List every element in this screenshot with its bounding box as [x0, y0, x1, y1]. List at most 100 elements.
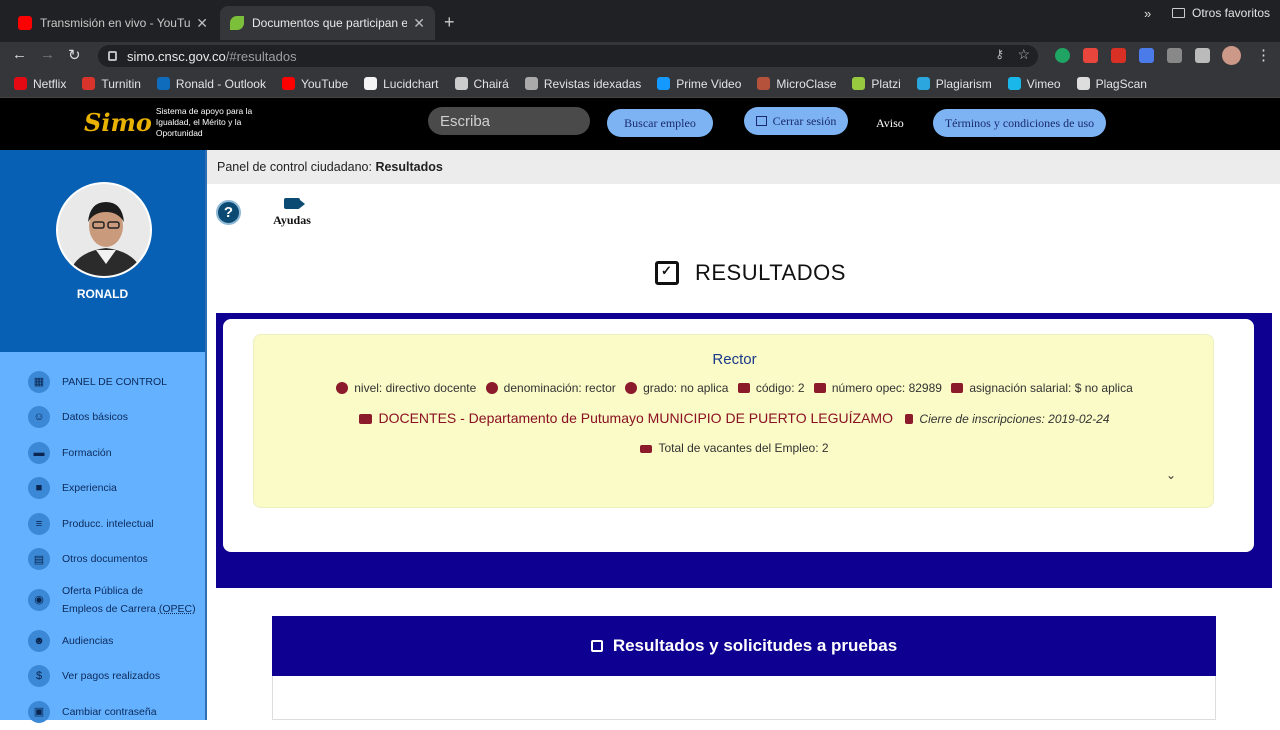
sidebar-item-label: Datos básicos: [62, 411, 128, 424]
user-circle-icon: [485, 382, 498, 394]
bookmark-icon: [14, 77, 27, 90]
url-host: simo.cnsc.gov.co: [127, 48, 226, 64]
close-icon[interactable]: ✕: [413, 15, 425, 32]
forward-arrow-icon[interactable]: →: [40, 46, 55, 63]
bookmark-label: Prime Video: [676, 76, 742, 91]
lock-icon: ▣: [28, 700, 50, 723]
tab-documentos[interactable]: Documentos que participan en ✕: [220, 6, 435, 40]
job-opec: número opec: 82989: [831, 381, 942, 395]
buscar-empleo-button[interactable]: Buscar empleo: [607, 109, 713, 137]
sidebar-item-opec[interactable]: ◉ Oferta Pública de Empleos de Carrera (O…: [0, 577, 205, 623]
more-bookmarks-button[interactable]: »: [1144, 6, 1151, 21]
avatar[interactable]: [56, 182, 152, 278]
sidebar-item-label: PANEL DE CONTROL: [62, 375, 168, 388]
search-input[interactable]: [428, 107, 590, 135]
puzzle-icon[interactable]: [1195, 48, 1210, 63]
bookmark-label: Ronald - Outlook: [175, 76, 266, 91]
page-title-text: RESULTADOS: [695, 260, 846, 285]
bookmark-item[interactable]: Lucidchart: [364, 76, 439, 91]
breadcrumb-prefix: Panel de control ciudadano:: [217, 160, 376, 174]
profile-avatar[interactable]: [1222, 46, 1241, 65]
bookmark-item[interactable]: PlagScan: [1076, 76, 1147, 91]
calendar-check-icon: [655, 261, 679, 285]
extension-icon[interactable]: [1055, 48, 1070, 63]
simo-logo[interactable]: Simo Sistema de apoyo para la Igualdad, …: [84, 106, 286, 139]
extension-icon[interactable]: [1111, 48, 1126, 63]
other-favorites[interactable]: Otros favoritos: [1172, 6, 1270, 20]
kebab-menu-icon[interactable]: ⋮: [1256, 46, 1271, 64]
sidebar-item-label: Audiencias: [62, 634, 114, 647]
key-icon[interactable]: ⚷: [995, 47, 1004, 61]
bookmark-label: PlagScan: [1095, 76, 1147, 91]
bookmark-label: Revistas idexadas: [543, 76, 642, 91]
terminos-button[interactable]: Términos y condiciones de uso: [933, 109, 1106, 137]
hourglass-icon: [905, 414, 914, 424]
tab-title: Transmisión en vivo - YouTube: [40, 16, 191, 30]
calendar-check-icon: [590, 640, 603, 652]
sidebar-item-panel-de-control[interactable]: ▦ PANEL DE CONTROL: [0, 364, 205, 400]
money-icon: [951, 383, 964, 393]
bookmark-item[interactable]: Vimeo: [1007, 77, 1061, 91]
chevron-down-icon[interactable]: ⌄: [1166, 468, 1176, 482]
bookmark-icon: [454, 77, 468, 90]
bookmark-item[interactable]: Prime Video: [657, 77, 741, 91]
bookmark-label: Turnitin: [101, 76, 141, 91]
bookmark-item[interactable]: YouTube: [281, 77, 348, 91]
extension-icon[interactable]: [1083, 48, 1098, 63]
results-section-header: Resultados y solicitudes a pruebas: [272, 616, 1216, 676]
bookmark-item[interactable]: Ronald - Outlook: [156, 76, 266, 91]
help-circle-icon[interactable]: ?: [216, 200, 241, 225]
cerrar-sesion-label: Cerrar sesión: [772, 113, 837, 128]
star-icon[interactable]: ☆: [1017, 46, 1030, 63]
logo-mark: Simo: [84, 108, 152, 137]
video-camera-icon: [284, 198, 305, 209]
sidebar-item-label: Formación: [62, 446, 112, 459]
document-list-icon: ≡: [28, 512, 50, 535]
sidebar-item-experiencia[interactable]: ■ Experiencia: [0, 471, 205, 507]
job-nivel: nivel: directivo docente: [354, 381, 477, 395]
sidebar-item-otros-documentos[interactable]: ▤ Otros documentos: [0, 542, 205, 578]
bookmark-item[interactable]: Plagiarism: [916, 76, 992, 91]
sidebar-item-producc-intelectual[interactable]: ≡ Producc. intelectual: [0, 506, 205, 542]
bookmark-item[interactable]: MicroClase: [757, 77, 836, 91]
bookmark-icon: [82, 77, 96, 90]
bookmark-label: Platzi: [871, 76, 901, 91]
back-arrow-icon[interactable]: ←: [12, 46, 27, 63]
close-icon[interactable]: ✕: [196, 15, 208, 32]
bookmark-label: MicroClase: [776, 76, 837, 91]
cerrar-sesion-button[interactable]: Cerrar sesión: [744, 107, 848, 135]
sidebar-item-label: Otros documentos: [62, 553, 148, 566]
sidebar-item-formacion[interactable]: ▬ Formación: [0, 435, 205, 471]
lock-icon: [108, 51, 117, 61]
bookmark-item[interactable]: Netflix: [14, 77, 66, 91]
job-details[interactable]: Rector nivel: directivo docente denomina…: [253, 334, 1214, 508]
bookmark-item[interactable]: Revistas idexadas: [524, 76, 642, 91]
bookmark-item[interactable]: Platzi: [852, 76, 901, 91]
sidebar-item-cambiar-contrasena[interactable]: ▣ Cambiar contraseña: [0, 694, 205, 730]
bookmark-label: Plagiarism: [935, 76, 992, 91]
extension-icon[interactable]: [1139, 48, 1154, 63]
sidebar-item-datos-basicos[interactable]: ☺ Datos básicos: [0, 400, 205, 436]
job-cierre: Cierre de inscripciones: 2019-02-24: [919, 412, 1110, 426]
sidebar-item-pagos[interactable]: $ Ver pagos realizados: [0, 659, 205, 695]
sidebar-item-label: Producc. intelectual: [62, 517, 154, 530]
tab-title: Documentos que participan en: [252, 16, 408, 30]
tab-youtube[interactable]: Transmisión en vivo - YouTube ✕: [8, 6, 218, 40]
sidebar-item-audiencias[interactable]: ☻ Audiencias: [0, 623, 205, 659]
tag-icon: [737, 383, 750, 393]
sidebar-item-label: Oferta Pública de Empleos de Carrera (OPE…: [62, 582, 196, 618]
aviso-link[interactable]: Aviso: [876, 116, 904, 131]
bookmark-item[interactable]: Chairá: [454, 77, 509, 91]
briefcase-icon: ■: [28, 477, 50, 500]
url-input[interactable]: simo.cnsc.gov.co/#resultados ⚷ ☆: [98, 45, 1038, 67]
reload-icon[interactable]: ↻: [68, 46, 81, 64]
ayudas-button[interactable]: Ayudas: [262, 198, 322, 228]
other-favorites-label: Otros favoritos: [1192, 6, 1271, 20]
new-tab-button[interactable]: +: [444, 12, 455, 33]
bookmark-label: Lucidchart: [383, 76, 439, 91]
bookmark-item[interactable]: Turnitin: [82, 77, 141, 91]
user-name: RONALD: [76, 287, 129, 301]
job-codigo: código: 2: [755, 381, 805, 395]
breadcrumb: Panel de control ciudadano: Resultados: [207, 150, 1280, 184]
extension-icon[interactable]: [1167, 48, 1182, 63]
